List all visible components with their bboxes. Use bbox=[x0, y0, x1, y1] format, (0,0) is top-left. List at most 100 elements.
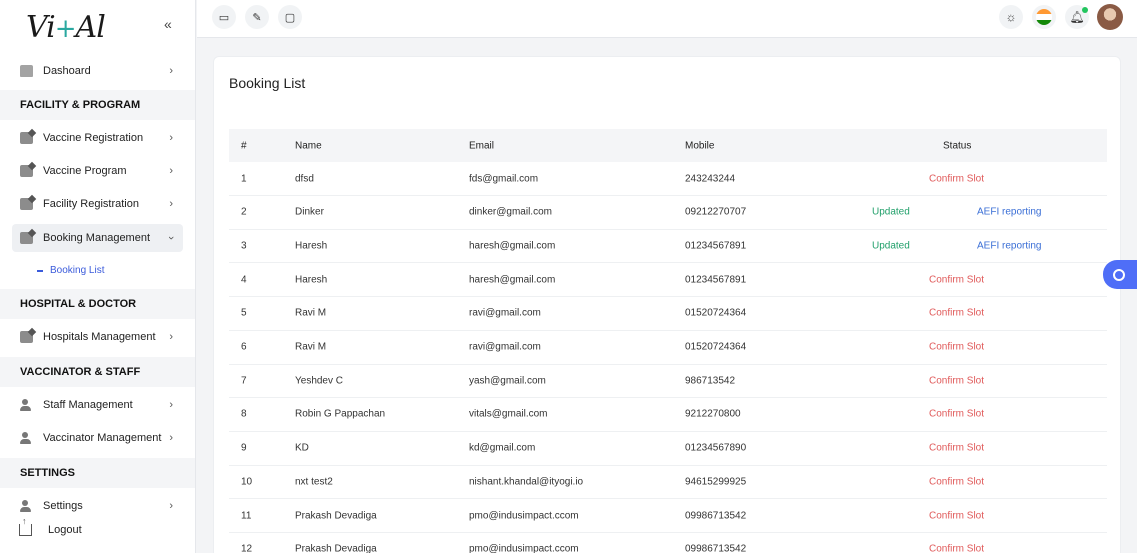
cell-num: 12 bbox=[241, 543, 253, 553]
chevron-right-icon: › bbox=[169, 132, 173, 144]
column-header-name: Name bbox=[295, 140, 322, 151]
confirm-slot-link[interactable]: Confirm Slot bbox=[929, 173, 984, 184]
table-row: 10 nxt test2 nishant.khandal@ityogi.io 9461… bbox=[229, 465, 1107, 500]
table-row: 3 Haresh haresh@gmail.com 01234567891 Update… bbox=[229, 229, 1107, 264]
chevron-right-icon: › bbox=[169, 399, 173, 411]
column-header-mobile: Mobile bbox=[685, 140, 715, 151]
cell-name: Haresh bbox=[295, 240, 328, 252]
cell-email: ravi@gmail.com bbox=[469, 341, 541, 353]
chevron-right-icon: › bbox=[169, 198, 173, 210]
confirm-slot-link[interactable]: Confirm Slot bbox=[929, 544, 984, 553]
confirm-slot-link[interactable]: Confirm Slot bbox=[929, 409, 984, 420]
sidebar-item-vaccine-registration[interactable]: Vaccine Registration › bbox=[12, 124, 183, 152]
cell-num: 11 bbox=[241, 510, 252, 521]
aefi-reporting-link[interactable]: AEFI reporting bbox=[977, 240, 1041, 251]
sidebar-item-label: Dashoard bbox=[43, 65, 91, 77]
cell-mobile: 01234567891 bbox=[685, 274, 747, 286]
cell-num: 9 bbox=[241, 442, 247, 454]
table-row: 1 dfsd fds@gmail.com 243243244 Confirm Slot bbox=[229, 162, 1107, 196]
logout-label: Logout bbox=[48, 524, 82, 536]
dash-icon bbox=[37, 269, 43, 272]
column-header-num: # bbox=[241, 140, 247, 151]
cell-email: ravi@gmail.com bbox=[469, 307, 541, 319]
sun-icon[interactable]: ☼ bbox=[999, 5, 1023, 29]
cell-name: Prakash Devadiga bbox=[295, 510, 377, 521]
people-settings-icon bbox=[20, 500, 33, 512]
cell-num: 6 bbox=[241, 341, 247, 353]
sidebar-item-dashboard[interactable]: Dashoard › bbox=[12, 57, 183, 85]
avatar[interactable] bbox=[1097, 4, 1123, 30]
sidebar-item-label: Vaccine Program bbox=[43, 165, 127, 177]
confirm-slot-link[interactable]: Confirm Slot bbox=[929, 510, 984, 521]
cell-name: nxt test2 bbox=[295, 476, 333, 488]
sidebar-item-booking-management[interactable]: Booking Management › bbox=[12, 224, 183, 252]
sidebar-item-settings[interactable]: Settings › bbox=[12, 492, 183, 520]
collapse-sidebar-icon[interactable]: « bbox=[164, 16, 172, 32]
cell-email: pmo@indusimpact.ccom bbox=[469, 510, 579, 521]
edit-document-icon bbox=[20, 232, 33, 244]
cell-email: nishant.khandal@ityogi.io bbox=[469, 476, 584, 488]
house-icon bbox=[20, 65, 33, 77]
sidebar-item-label: Vaccine Registration bbox=[43, 132, 144, 144]
vital-logo[interactable]: Vi+Al bbox=[26, 10, 106, 45]
cell-email: kd@gmail.com bbox=[469, 442, 536, 454]
confirm-slot-link[interactable]: Confirm Slot bbox=[929, 342, 984, 353]
table-row: 6 Ravi M ravi@gmail.com 01520724364 Confirm … bbox=[229, 331, 1107, 365]
cell-num: 4 bbox=[241, 274, 247, 286]
column-header-email: Email bbox=[469, 140, 495, 151]
chat-icon[interactable]: ▢ bbox=[278, 5, 302, 29]
confirm-slot-link[interactable]: Confirm Slot bbox=[929, 375, 984, 386]
cell-mobile: 01520724364 bbox=[685, 307, 747, 319]
sidebar: Vi+Al « Dashoard › FACILITY & PROGRAM Va… bbox=[0, 0, 196, 553]
table-row: 9 KD kd@gmail.com 01234567890 Confirm Slot bbox=[229, 432, 1107, 466]
settings-float-button[interactable] bbox=[1103, 260, 1137, 289]
sidebar-item-vaccinator-management[interactable]: Vaccinator Management › bbox=[12, 424, 183, 452]
booking-list-card: Booking List # Name Email Mobile Status … bbox=[213, 56, 1121, 553]
calendar-icon[interactable]: ▭ bbox=[212, 5, 236, 29]
page-title: Booking List bbox=[229, 75, 306, 91]
cell-name: Robin G Pappachan bbox=[295, 408, 386, 420]
cell-mobile: 94615299925 bbox=[685, 476, 747, 488]
cell-email: dinker@gmail.com bbox=[469, 206, 552, 218]
table-row: 4 Haresh haresh@gmail.com 01234567891 Confir… bbox=[229, 263, 1107, 298]
bell-icon[interactable]: 🔔︎ bbox=[1065, 5, 1089, 29]
confirm-slot-link[interactable]: Confirm Slot bbox=[929, 274, 984, 285]
india-flag-icon[interactable] bbox=[1032, 5, 1056, 29]
chevron-right-icon: › bbox=[169, 500, 173, 512]
table-header: # Name Email Mobile Status bbox=[229, 129, 1107, 162]
cell-mobile: 01234567890 bbox=[685, 442, 747, 454]
section-facility-program: FACILITY & PROGRAM bbox=[0, 90, 195, 120]
confirm-slot-link[interactable]: Confirm Slot bbox=[929, 476, 984, 487]
cell-name: KD bbox=[295, 442, 309, 454]
section-vaccinator-staff: VACCINATOR & STAFF bbox=[0, 357, 195, 387]
sidebar-item-facility-registration[interactable]: Facility Registration › bbox=[12, 190, 183, 218]
cell-num: 3 bbox=[241, 240, 247, 252]
chevron-right-icon: › bbox=[169, 432, 173, 444]
edit-document-icon bbox=[20, 165, 33, 177]
logout-button[interactable]: Logout bbox=[19, 516, 82, 536]
cell-num: 1 bbox=[241, 173, 247, 184]
table-row: 5 Ravi M ravi@gmail.com 01520724364 Confirm … bbox=[229, 297, 1107, 331]
table-row: 11 Prakash Devadiga pmo@indusimpact.ccom 09… bbox=[229, 499, 1107, 533]
edit-icon[interactable]: ✎ bbox=[245, 5, 269, 29]
sidebar-item-vaccine-program[interactable]: Vaccine Program › bbox=[12, 157, 183, 185]
aefi-reporting-link[interactable]: AEFI reporting bbox=[977, 207, 1041, 218]
chevron-right-icon: › bbox=[169, 331, 173, 343]
column-header-status: Status bbox=[943, 140, 972, 151]
table-row: 2 Dinker dinker@gmail.com 09212270707 Update… bbox=[229, 196, 1107, 230]
cell-mobile: 09986713542 bbox=[685, 510, 747, 521]
cell-mobile: 986713542 bbox=[685, 375, 736, 387]
cell-name: Prakash Devadiga bbox=[295, 543, 377, 553]
confirm-slot-link[interactable]: Confirm Slot bbox=[929, 308, 984, 319]
sidebar-item-hospitals-management[interactable]: Hospitals Management › bbox=[12, 323, 183, 351]
cell-name: Ravi M bbox=[295, 341, 327, 353]
sidebar-subitem-booking-list[interactable]: Booking List bbox=[37, 265, 104, 276]
cell-mobile: 243243244 bbox=[685, 173, 736, 184]
edit-document-icon bbox=[20, 331, 33, 343]
sidebar-item-label: Settings bbox=[43, 500, 83, 512]
cell-name: Haresh bbox=[295, 274, 328, 286]
confirm-slot-link[interactable]: Confirm Slot bbox=[929, 443, 984, 454]
sidebar-item-staff-management[interactable]: Staff Management › bbox=[12, 391, 183, 419]
sidebar-item-label: Vaccinator Management bbox=[43, 432, 162, 444]
cell-email: vitals@gmail.com bbox=[469, 408, 548, 420]
